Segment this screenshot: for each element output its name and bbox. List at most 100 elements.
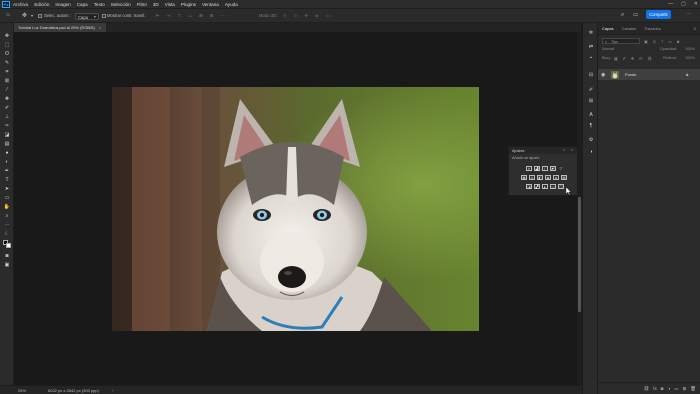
menu-ventana[interactable]: Ventana	[199, 2, 222, 7]
eye-icon[interactable]: ◉	[601, 72, 605, 78]
posterize-icon[interactable]: ▞	[534, 184, 540, 189]
menu-ayuda[interactable]: Ayuda	[222, 2, 241, 7]
curves-icon[interactable]: ∫	[542, 166, 548, 171]
blur-tool-icon[interactable]: ●	[3, 149, 11, 156]
add-mask-icon[interactable]: ◙	[661, 386, 664, 391]
pen-tool-icon[interactable]: ✒	[3, 167, 11, 174]
gradient-map-icon[interactable]: ▭	[550, 184, 556, 189]
swatches-icon[interactable]: ⊞	[587, 97, 595, 104]
layer-style-icon[interactable]: fx	[653, 386, 657, 391]
tool-preset-chevron-icon[interactable]: ▾	[31, 13, 33, 18]
layer-filter-dropdown[interactable]: ⌕ Tipo	[602, 38, 640, 44]
photo-filter-icon[interactable]: ◉	[545, 175, 551, 180]
hand-tool-icon[interactable]: ✋	[3, 203, 11, 210]
more-icon[interactable]: ⋯	[686, 12, 692, 18]
selective-color-icon[interactable]: ◫	[558, 184, 564, 189]
menu-edicion[interactable]: Edición	[31, 2, 52, 7]
zoom-tool-icon[interactable]: ⌕	[3, 212, 11, 219]
blend-mode-dropdown[interactable]: Normal	[602, 47, 614, 51]
lasso-tool-icon[interactable]: ʘ	[3, 50, 11, 57]
brush-tool-icon[interactable]: ✐	[3, 104, 11, 111]
tab-close-icon[interactable]: ×	[99, 25, 101, 30]
maximize-icon[interactable]: ▢	[681, 1, 686, 7]
eyedropper-tool-icon[interactable]: ⁄	[3, 86, 11, 93]
menu-3d[interactable]: 3D	[150, 2, 162, 7]
collapse-icon[interactable]: «	[563, 148, 565, 152]
layer-filter-icons[interactable]: ▣ ◎ T ▭ ◙	[644, 39, 681, 44]
lock-icon[interactable]: 🔒︎	[686, 72, 688, 77]
exposure-icon[interactable]: ◩	[550, 166, 556, 171]
levels-icon[interactable]: ▟	[534, 166, 540, 171]
menu-vista[interactable]: Vista	[162, 2, 178, 7]
lock-icons[interactable]: ▦ ✐ ✥ ⊡ ⛓	[614, 56, 654, 61]
gradient-tool-icon[interactable]: ▤	[3, 140, 11, 147]
learn-icon[interactable]: ✲	[587, 29, 595, 36]
tab-canales[interactable]: Canales	[618, 26, 641, 34]
black-white-icon[interactable]: ◧	[537, 175, 543, 180]
screen-mode-icon[interactable]: ▣	[3, 261, 11, 268]
adjustments-icon[interactable]: ◑	[587, 148, 595, 155]
layer-row[interactable]: ◉ Fondo 🔒︎	[598, 69, 700, 80]
character-icon[interactable]: A	[587, 111, 595, 118]
threshold-icon[interactable]: ◭	[542, 184, 548, 189]
brushes-icon[interactable]: ✐	[587, 86, 595, 93]
search-icon[interactable]: ⌕	[621, 12, 624, 19]
menu-texto[interactable]: Texto	[91, 2, 108, 7]
adjustments-panel-header[interactable]: Ajustes « ≡	[509, 147, 577, 154]
workspace-icon[interactable]: ▭	[633, 12, 638, 18]
dodge-tool-icon[interactable]: ◐	[3, 158, 11, 165]
more-tools-icon[interactable]: ⋯	[3, 221, 11, 228]
auto-select-dropdown[interactable]: Capa ▾	[75, 12, 99, 20]
new-layer-icon[interactable]: ⊞	[683, 386, 687, 392]
panel-menu-icon[interactable]: ≡	[693, 26, 700, 34]
transform-controls-checkbox[interactable]	[102, 14, 106, 18]
healing-brush-icon[interactable]: ✚	[3, 95, 11, 102]
vibrance-icon[interactable]: ▽	[558, 166, 564, 171]
close-icon[interactable]: ✕	[694, 1, 698, 7]
auto-select-checkbox[interactable]	[38, 14, 42, 18]
menu-archivo[interactable]: Archivo	[10, 2, 31, 7]
new-adjustment-icon[interactable]: ◑	[668, 386, 671, 391]
tab-capas[interactable]: Capas	[598, 26, 618, 34]
quick-mask-icon[interactable]: ◙	[3, 252, 11, 259]
type-tool-icon[interactable]: T	[3, 176, 11, 183]
move-tool-icon[interactable]: ✥	[3, 32, 11, 39]
align-icons[interactable]: ⊢ ⊣ ⊤ ⊥ ⊞ ⊟ ⋯	[156, 13, 228, 18]
menu-plugins[interactable]: Plugins	[178, 2, 199, 7]
properties-icon[interactable]: ⚙	[587, 136, 595, 143]
layer-name[interactable]: Fondo	[625, 72, 636, 77]
path-select-icon[interactable]: ➤	[3, 185, 11, 192]
invert-icon[interactable]: ◪	[526, 184, 532, 189]
move-tool-icon[interactable]: ✥	[22, 12, 27, 19]
clone-stamp-icon[interactable]: ⊥	[3, 113, 11, 120]
home-icon[interactable]: ⌂	[6, 12, 10, 18]
paragraph-icon[interactable]: ¶	[587, 122, 595, 129]
zoom-level[interactable]: 25%	[18, 388, 26, 393]
comments-icon[interactable]: ▪	[587, 54, 595, 61]
menu-seleccion[interactable]: Selección	[108, 2, 134, 7]
libraries-icon[interactable]: ⊟	[587, 71, 595, 78]
color-lookup-icon[interactable]: ▤	[561, 175, 567, 180]
quick-select-tool-icon[interactable]: ✎	[3, 59, 11, 66]
husky-photo[interactable]	[112, 87, 479, 331]
crop-tool-icon[interactable]: ⌗	[3, 68, 11, 75]
rectangle-tool-icon[interactable]: ▭	[3, 194, 11, 201]
frame-tool-icon[interactable]: ⊠	[3, 77, 11, 84]
menu-capa[interactable]: Capa	[74, 2, 91, 7]
panel-menu-icon[interactable]: ≡	[571, 148, 573, 152]
menu-imagen[interactable]: Imagen	[52, 2, 73, 7]
delete-layer-icon[interactable]: 🗑︎	[690, 386, 696, 392]
menu-filtro[interactable]: Filtro	[134, 2, 150, 7]
color-swatches[interactable]	[3, 240, 11, 248]
fill-value[interactable]: 100%	[685, 56, 695, 60]
color-balance-icon[interactable]: ⚖	[529, 175, 535, 180]
minimize-icon[interactable]: —	[668, 1, 673, 7]
status-menu-arrow[interactable]: ›	[112, 388, 114, 393]
background-color-swatch[interactable]	[6, 243, 11, 248]
new-group-icon[interactable]: ▭	[674, 386, 678, 392]
link-layers-icon[interactable]: ⛓	[644, 386, 650, 392]
vertical-scroll-thumb[interactable]	[578, 197, 581, 312]
history-icon[interactable]: ⇄	[587, 43, 595, 50]
channel-mixer-icon[interactable]: ⊛	[553, 175, 559, 180]
eraser-tool-icon[interactable]: ◪	[3, 131, 11, 138]
